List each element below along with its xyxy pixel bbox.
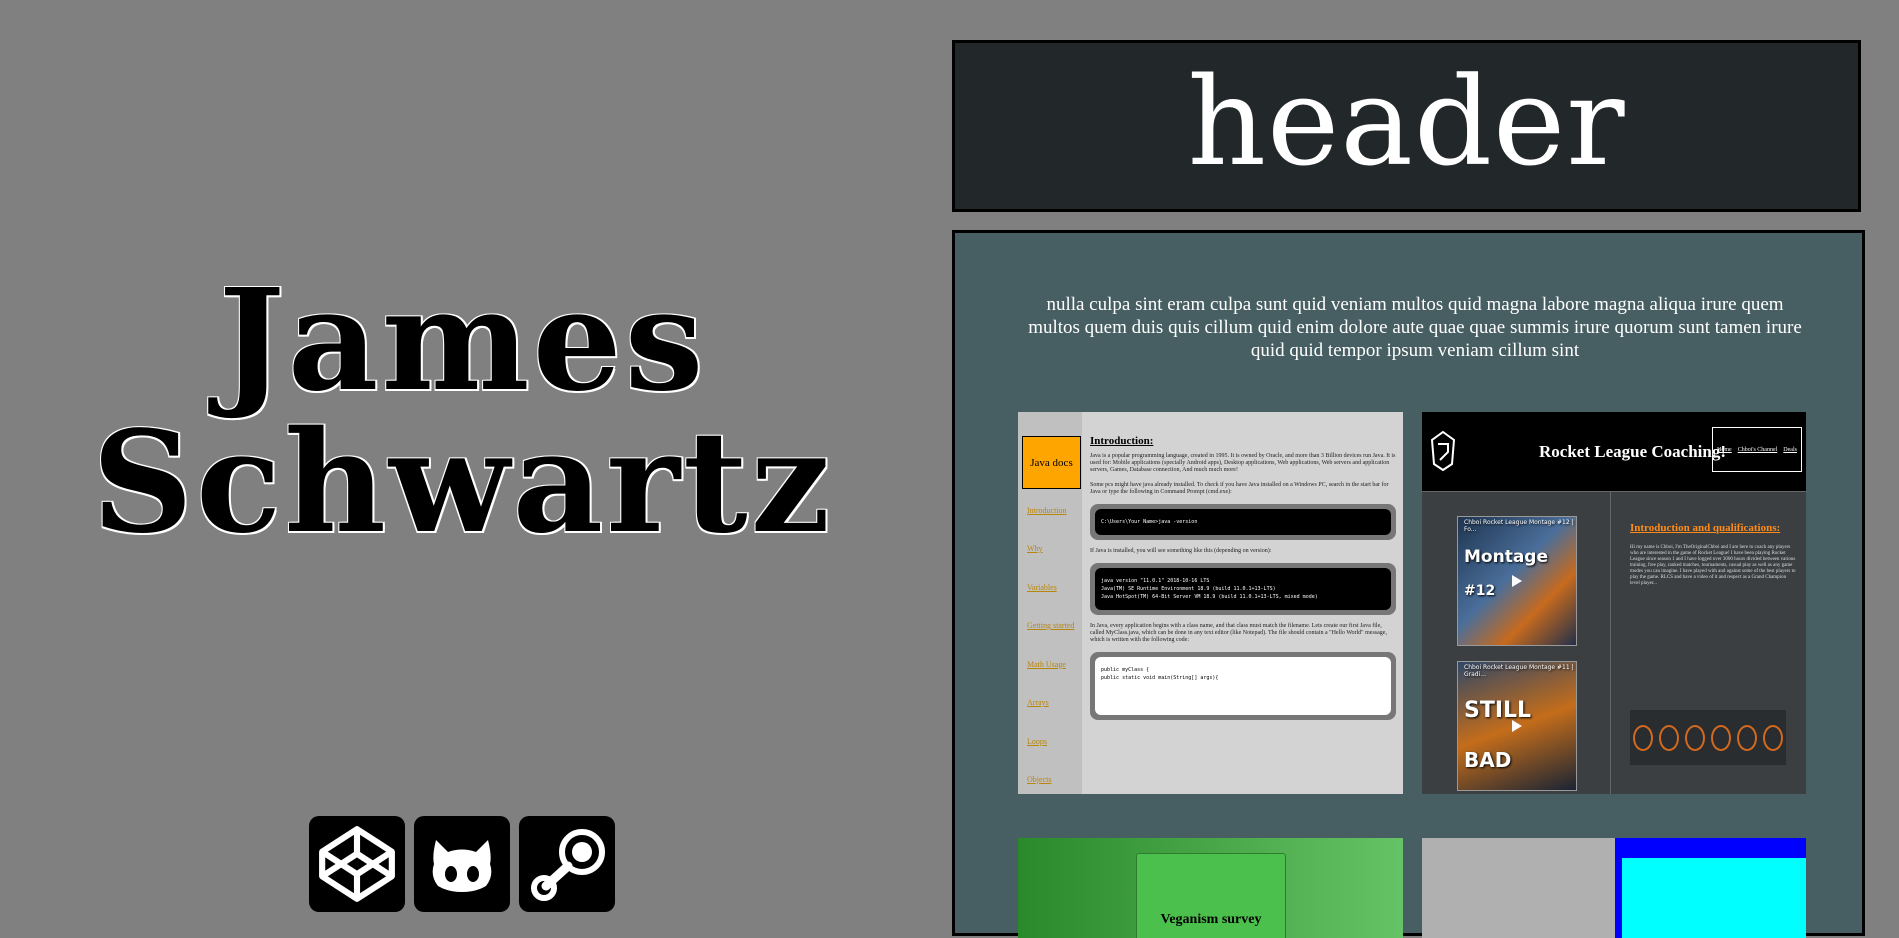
preview-cyan-panel <box>1622 858 1806 938</box>
rank-diamond-icon <box>1737 724 1757 751</box>
java-paragraph: In Java, every application begins with a… <box>1090 623 1387 643</box>
java-nav-item: Arrays <box>1027 698 1049 707</box>
video-caption: Chboi Rocket League Montage #11 | Gradi.… <box>1464 664 1574 678</box>
java-main: Introduction: Java is a popular programm… <box>1090 432 1396 728</box>
project-rocket-league[interactable]: Rocket League Coaching! Home Chboi's Cha… <box>1422 412 1806 794</box>
java-heading: Introduction: <box>1090 435 1154 447</box>
steam-icon <box>531 829 605 901</box>
survey-title: Veganism survey <box>1160 912 1262 927</box>
play-icon <box>1512 720 1522 732</box>
project-veganism-survey[interactable]: Veganism survey <box>1018 838 1403 938</box>
code-line: public myClass { <box>1101 667 1150 673</box>
video-title: Montage <box>1464 547 1548 567</box>
project-preview-cyan[interactable] <box>1422 838 1806 938</box>
rocket-qualifications: Introduction and qualifications: Hi my n… <box>1630 522 1796 587</box>
java-paragraph: If Java is installed, you will see somet… <box>1090 548 1272 554</box>
intro-text: nulla culpa sint eram culpa sunt quid ve… <box>1028 294 1802 361</box>
qual-text: Hi my name is Chboi, I'm TheOriginalChbo… <box>1630 545 1796 586</box>
qual-heading: Introduction and qualifications: <box>1630 522 1781 534</box>
rocket-topbar: Rocket League Coaching! Home Chboi's Cha… <box>1422 412 1806 492</box>
java-nav-item: Math Usage <box>1027 660 1066 669</box>
first-name: James <box>218 259 707 423</box>
author-name: James Schwartz <box>40 270 885 554</box>
java-nav-item: Objects <box>1027 775 1052 784</box>
github-icon <box>432 840 492 892</box>
java-code: java version "11.0.1" 2018-10-16 LTS Jav… <box>1095 568 1391 610</box>
rocket-video-thumbnail: Chboi Rocket League Montage #11 | Gradi.… <box>1457 661 1577 791</box>
rocket-nav-item: Chboi's Channel <box>1737 446 1778 453</box>
rank-gold-icon <box>1685 724 1705 751</box>
project-java-docs[interactable]: Java docs Introduction Why Variables Get… <box>1018 412 1403 794</box>
java-code-block: C:\Users\Your Name>java -version <box>1090 504 1396 540</box>
code-line: java version "11.0.1" 2018-10-16 LTS <box>1101 578 1210 584</box>
codepen-link[interactable] <box>309 816 405 912</box>
rocket-nav-item: Deals <box>1783 446 1797 453</box>
header-box: header <box>952 40 1861 212</box>
rank-bronze-icon <box>1633 724 1653 751</box>
rocket-league-logo-icon <box>1430 430 1456 472</box>
code-line: public static void main(String[] args){ <box>1101 675 1219 681</box>
code-line: Java(TM) SE Runtime Environment 18.9 (bu… <box>1101 586 1276 592</box>
header-title: header <box>1187 51 1626 193</box>
rank-silver-icon <box>1659 724 1679 751</box>
content-section: nulla culpa sint eram culpa sunt quid ve… <box>952 230 1865 938</box>
java-paragraph: Some pcs might have java already install… <box>1090 482 1389 495</box>
code-line: Java HotSpot(TM) 64-Bit Server VM 18.9 (… <box>1101 594 1318 600</box>
rocket-nav: Home Chboi's Channel Deals <box>1712 427 1802 472</box>
java-nav-item: Getting started <box>1027 621 1075 630</box>
video-subtitle: BAD <box>1464 748 1512 772</box>
java-code-block: public myClass { public static void main… <box>1090 652 1396 720</box>
java-nav-item: Loops <box>1027 737 1047 746</box>
java-code-block: java version "11.0.1" 2018-10-16 LTS Jav… <box>1090 563 1396 615</box>
video-caption: Chboi Rocket League Montage #12 | Fo... <box>1464 519 1574 533</box>
java-paragraph: Java is a popular programming language, … <box>1090 453 1396 473</box>
java-code: C:\Users\Your Name>java -version <box>1095 509 1391 535</box>
github-link[interactable] <box>414 816 510 912</box>
rank-platinum-icon <box>1711 724 1731 751</box>
video-number: #12 <box>1464 583 1496 599</box>
java-code: public myClass { public static void main… <box>1095 657 1391 715</box>
java-nav-item: Introduction <box>1027 506 1067 515</box>
java-logo: Java docs <box>1022 436 1081 489</box>
last-name: Schwartz <box>91 401 834 565</box>
rocket-title: Rocket League Coaching! <box>1539 442 1726 461</box>
rank-icons <box>1630 710 1786 765</box>
java-nav-item: Why <box>1027 544 1043 553</box>
social-links <box>309 816 615 912</box>
java-nav-item: Variables <box>1027 583 1057 592</box>
rocket-video-thumbnail: Chboi Rocket League Montage #12 | Fo... … <box>1457 516 1577 646</box>
rocket-nav-item: Home <box>1717 446 1732 453</box>
codepen-icon <box>319 826 395 902</box>
play-icon <box>1512 575 1522 587</box>
rank-champion-icon <box>1763 724 1783 751</box>
survey-form-panel: Veganism survey <box>1136 853 1286 938</box>
steam-link[interactable] <box>519 816 615 912</box>
